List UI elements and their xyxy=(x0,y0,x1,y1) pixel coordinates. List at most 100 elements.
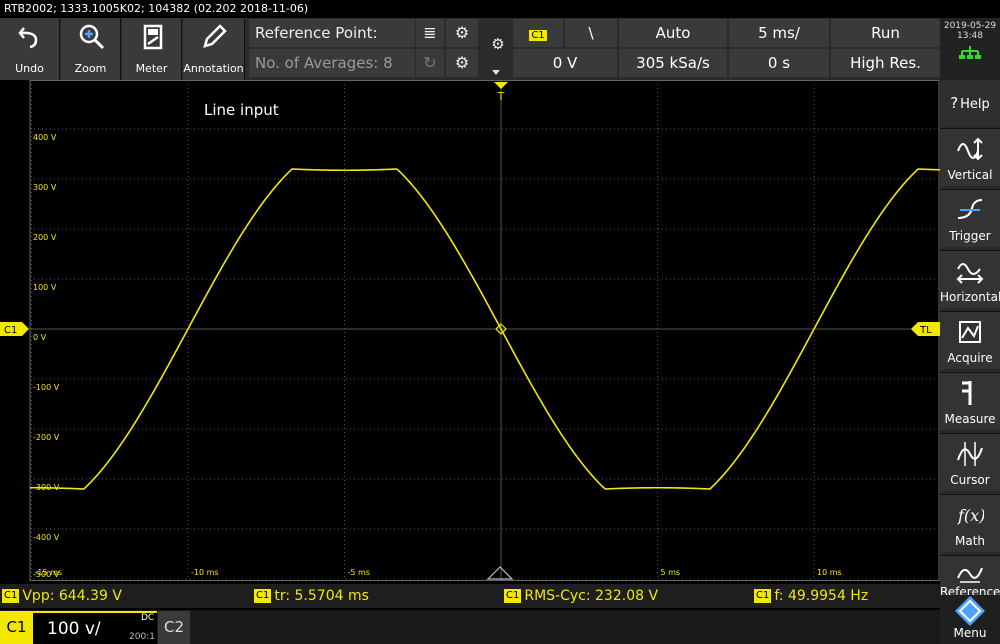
y-tick-label: 400 V xyxy=(33,133,57,142)
help-button[interactable]: ? Help xyxy=(940,80,1000,126)
measurement-tag: C1 xyxy=(2,589,20,603)
x-tick-labels: -25 ms-20 ms-15 ms-10 ms-5 ms5 ms10 ms15… xyxy=(35,568,842,577)
y-tick-label: -200 V xyxy=(33,433,60,442)
measurement-tag: C1 xyxy=(504,589,522,603)
channel-1-probe: 200:1 xyxy=(129,632,155,642)
sidebar-label-cursor: Cursor xyxy=(950,473,990,487)
sidebar-item-math[interactable]: f(x) Math xyxy=(940,494,1000,552)
plot-border xyxy=(29,80,940,581)
sidebar-label-horizontal: Horizontal xyxy=(940,290,1000,304)
channel-2-button[interactable]: C2 xyxy=(158,611,190,644)
channel-1-settings[interactable]: 100 v/ DC 200:1 xyxy=(33,611,157,644)
measurement-rms[interactable]: C1 RMS-Cyc: 232.08 V xyxy=(504,584,658,608)
sidebar-label-measure: Measure xyxy=(944,412,996,426)
sidebar-item-acquire[interactable]: Acquire xyxy=(940,311,1000,369)
run-state-cell[interactable]: Run xyxy=(831,19,940,47)
settings-icon[interactable]: ⚙ xyxy=(486,30,510,70)
menu-button[interactable]: Menu xyxy=(940,595,1000,644)
annotation-label: Annotation xyxy=(183,62,244,75)
undo-button[interactable]: Undo xyxy=(0,18,60,80)
trigger-source-tag: C1 xyxy=(529,30,547,41)
svg-text:f(x): f(x) xyxy=(957,506,984,525)
x-tick-label: -15 ms xyxy=(35,568,63,577)
measurement-frequency[interactable]: C1 f: 49.9954 Hz xyxy=(754,584,868,608)
measurement-tag: C1 xyxy=(754,589,772,603)
rs-logo-icon xyxy=(955,596,985,626)
sidebar-label-math: Math xyxy=(954,534,986,548)
measurement-value: f: 49.9954 Hz xyxy=(774,588,869,604)
trigger-level-label: TL xyxy=(919,325,932,336)
channel-marker-label: C1 xyxy=(4,325,17,336)
help-label: Help xyxy=(960,97,990,112)
sidebar-item-vertical[interactable]: Vertical xyxy=(940,128,1000,186)
network-icon xyxy=(959,46,981,59)
date-text: 2019-05-29 xyxy=(943,21,997,31)
gear-icon[interactable]: ⚙ xyxy=(446,19,478,47)
trigger-slope-icon[interactable]: \ xyxy=(565,19,617,47)
trigger-level-cell[interactable]: 0 V xyxy=(513,49,617,77)
dropdown-arrow-icon[interactable] xyxy=(492,70,500,75)
x-tick-label: 5 ms xyxy=(661,568,681,577)
sample-rate-cell[interactable]: 305 kSa/s xyxy=(619,49,727,77)
channel-1-scale: 100 v/ xyxy=(47,619,101,639)
undo-icon xyxy=(18,27,38,49)
measurement-rise-time[interactable]: C1 tr: 5.5704 ms xyxy=(254,584,369,608)
trigger-position-marker[interactable]: T xyxy=(494,82,508,103)
time-text: 13:48 xyxy=(957,31,983,41)
measurement-tag: C1 xyxy=(254,589,272,603)
y-tick-label: -400 V xyxy=(33,533,60,542)
channel-ground-marker[interactable]: C1 xyxy=(0,322,29,336)
help-icon: ? xyxy=(950,94,959,112)
meter-button[interactable]: Meter xyxy=(122,18,182,80)
meter-icon xyxy=(143,24,163,50)
annotation-text[interactable]: Line input xyxy=(204,101,279,119)
channel-1-label[interactable]: C1 xyxy=(0,611,33,644)
time-reference-marker xyxy=(486,566,514,580)
grid xyxy=(29,80,940,581)
datetime: 2019-05-29 13:48 xyxy=(940,18,1000,80)
x-tick-label: -5 ms xyxy=(348,568,370,577)
list-icon[interactable]: ≣ xyxy=(416,19,444,47)
sidebar-label-trigger: Trigger xyxy=(949,229,991,243)
trigger-icon xyxy=(957,199,983,219)
y-tick-labels: 400 V300 V200 V100 V0 V-100 V-200 V-300 … xyxy=(33,133,60,579)
gear-icon-2[interactable]: ⚙ xyxy=(446,49,478,77)
averages-field[interactable]: No. of Averages: 8 xyxy=(249,49,415,77)
zoom-icon xyxy=(79,24,105,50)
channel-1-coupling: DC xyxy=(141,613,155,623)
sidebar-label-references: References xyxy=(940,585,1000,595)
waveform-display[interactable]: 400 V300 V200 V100 V0 V-100 V-200 V-300 … xyxy=(0,80,940,581)
trigger-mode-cell[interactable]: Auto xyxy=(619,19,727,47)
time-position-cell[interactable]: 0 s xyxy=(729,49,829,77)
reset-icon[interactable]: ↻ xyxy=(416,49,444,77)
y-tick-label: 300 V xyxy=(33,183,57,192)
measure-icon xyxy=(962,381,972,405)
undo-label: Undo xyxy=(15,62,44,75)
math-icon: f(x) xyxy=(957,506,984,525)
zoom-label: Zoom xyxy=(74,62,107,75)
sidebar-item-trigger[interactable]: Trigger xyxy=(940,189,1000,247)
x-tick-label: -10 ms xyxy=(191,568,219,577)
annotation-button[interactable]: Annotation xyxy=(183,18,245,80)
x-tick-label: 10 ms xyxy=(817,568,842,577)
acquisition-mode-cell[interactable]: High Res. xyxy=(831,49,940,77)
sidebar-item-measure[interactable]: Measure xyxy=(940,372,1000,430)
meter-label: Meter xyxy=(135,62,168,75)
trigger-position-label: T xyxy=(497,90,505,103)
pencil-icon xyxy=(203,24,227,48)
acquire-icon xyxy=(959,321,981,343)
menu-label: Menu xyxy=(953,626,987,640)
trigger-source-cell[interactable]: C1 xyxy=(513,19,563,47)
horizontal-icon xyxy=(956,263,984,284)
measurement-vpp[interactable]: C1 Vpp: 644.39 V xyxy=(2,584,122,608)
vertical-icon xyxy=(957,137,983,161)
sidebar-item-cursor[interactable]: Cursor xyxy=(940,433,1000,491)
y-tick-label: 100 V xyxy=(33,283,57,292)
sidebar-item-horizontal[interactable]: Horizontal xyxy=(940,250,1000,308)
timebase-cell[interactable]: 5 ms/ xyxy=(729,19,829,47)
y-tick-label: 0 V xyxy=(33,333,47,342)
sidebar-item-references[interactable]: References xyxy=(940,555,1000,595)
zoom-button[interactable]: Zoom xyxy=(61,18,121,80)
trigger-level-marker[interactable]: TL xyxy=(911,322,940,336)
reference-point-field[interactable]: Reference Point: Middle xyxy=(249,19,415,70)
